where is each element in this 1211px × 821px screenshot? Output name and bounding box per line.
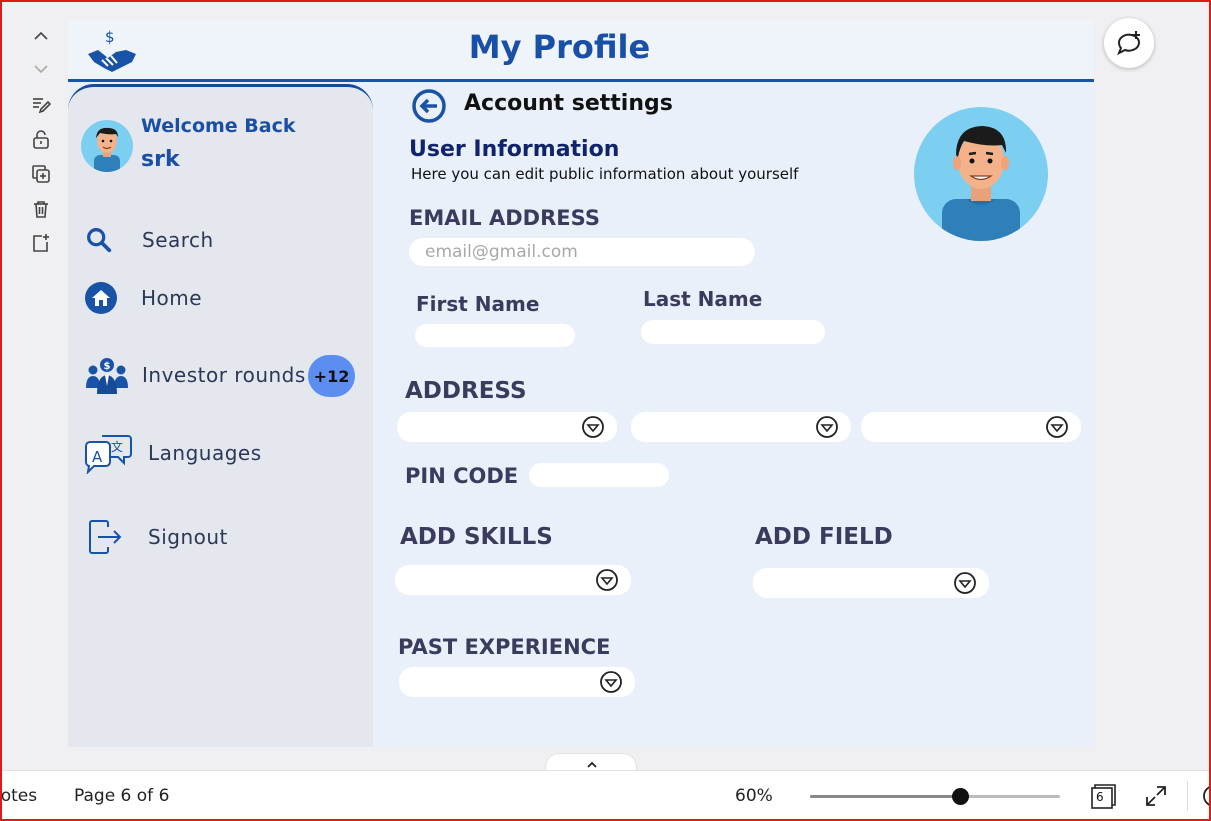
search-icon (84, 220, 130, 260)
slide-canvas[interactable]: $ My Profile Welcome Back srk Search Hom… (68, 20, 1094, 747)
languages-icon: 文 A (84, 433, 146, 474)
add-comment-button[interactable] (1104, 18, 1154, 68)
signout-icon (84, 517, 148, 557)
investors-icon: $ (84, 355, 140, 395)
account-settings-title: Account settings (464, 91, 673, 116)
page-count: 6 (1096, 790, 1104, 804)
add-page-icon[interactable] (30, 232, 52, 254)
zoom-level[interactable]: 60% (735, 786, 773, 806)
first-name-field[interactable] (415, 324, 575, 347)
dropdown-caret-icon (816, 416, 838, 438)
past-experience-select[interactable] (399, 667, 635, 697)
profile-header: $ My Profile (68, 20, 1094, 82)
past-experience-label: PAST EXPERIENCE (398, 635, 611, 659)
address-select-1[interactable] (397, 412, 617, 442)
svg-text:$: $ (104, 361, 111, 372)
profile-avatar[interactable] (914, 107, 1048, 241)
add-skills-select[interactable] (395, 565, 631, 595)
user-information-title: User Information (409, 137, 620, 162)
sidebar-item-label: Search (142, 228, 214, 252)
email-label: EMAIL ADDRESS (409, 206, 600, 230)
help-icon (1203, 785, 1211, 807)
welcome-text: Welcome Back (141, 115, 296, 137)
back-arrow-icon[interactable] (411, 88, 447, 124)
comment-plus-icon (1117, 31, 1140, 56)
dropdown-caret-icon (954, 572, 976, 594)
username: srk (141, 147, 180, 172)
zoom-slider[interactable] (810, 795, 1060, 798)
dropdown-caret-icon (600, 671, 622, 693)
left-toolbar (2, 18, 66, 770)
notes-button[interactable]: Notes (0, 786, 37, 806)
dropdown-caret-icon (1046, 416, 1068, 438)
page-title: My Profile (468, 28, 651, 66)
sidebar-item-label: Languages (148, 441, 262, 465)
page-indicator: Page 6 of 6 (74, 786, 170, 806)
zoom-slider-thumb[interactable] (952, 788, 969, 805)
trash-icon[interactable] (30, 198, 52, 220)
sidebar-item-signout[interactable]: Signout (84, 517, 228, 557)
help-button[interactable] (1201, 783, 1211, 809)
pin-code-label: PIN CODE (405, 464, 519, 488)
sidebar-item-label: Investor rounds (142, 363, 306, 387)
address-select-3[interactable] (861, 412, 1081, 442)
sidebar-item-label: Home (141, 286, 203, 310)
duplicate-icon[interactable] (30, 163, 52, 185)
dropdown-caret-icon (596, 569, 618, 591)
lock-icon[interactable] (30, 128, 52, 150)
bottom-bar: Notes Page 6 of 6 60% 6 (0, 770, 1211, 819)
sidebar-item-investor-rounds[interactable]: $ Investor rounds (84, 355, 306, 395)
svg-text:A: A (92, 448, 103, 466)
chevron-down-icon[interactable] (30, 58, 52, 80)
user-information-subtitle: Here you can edit public information abo… (411, 165, 799, 183)
investor-rounds-badge: +12 (308, 355, 355, 397)
last-name-field[interactable] (641, 320, 825, 344)
chevron-up-icon[interactable] (30, 25, 52, 47)
address-select-2[interactable] (631, 412, 851, 442)
sidebar-item-label: Signout (148, 525, 228, 549)
divider (1187, 781, 1188, 811)
sidebar-item-search[interactable]: Search (84, 220, 214, 260)
add-field-label: ADD FIELD (755, 524, 893, 550)
fullscreen-button[interactable] (1143, 783, 1169, 809)
sidebar: Welcome Back srk Search Home $ Investor … (68, 84, 373, 747)
sidebar-item-languages[interactable]: 文 A Languages (84, 433, 262, 474)
last-name-label: Last Name (643, 287, 763, 311)
first-name-label: First Name (416, 292, 540, 316)
zoom-slider-fill (810, 795, 960, 798)
notes-edit-icon[interactable] (30, 94, 52, 116)
dropdown-caret-icon (582, 416, 604, 438)
add-skills-label: ADD SKILLS (400, 524, 553, 550)
home-icon (84, 278, 130, 318)
pin-code-field[interactable] (529, 463, 669, 487)
svg-text:文: 文 (111, 439, 123, 454)
right-panel (1096, 20, 1209, 770)
avatar (81, 120, 133, 172)
add-field-select[interactable] (753, 568, 989, 598)
email-field[interactable] (409, 238, 755, 266)
address-label: ADDRESS (405, 378, 527, 404)
sidebar-item-home[interactable]: Home (84, 278, 202, 318)
page-grid-button[interactable]: 6 (1090, 783, 1116, 809)
fullscreen-icon (1146, 786, 1166, 806)
